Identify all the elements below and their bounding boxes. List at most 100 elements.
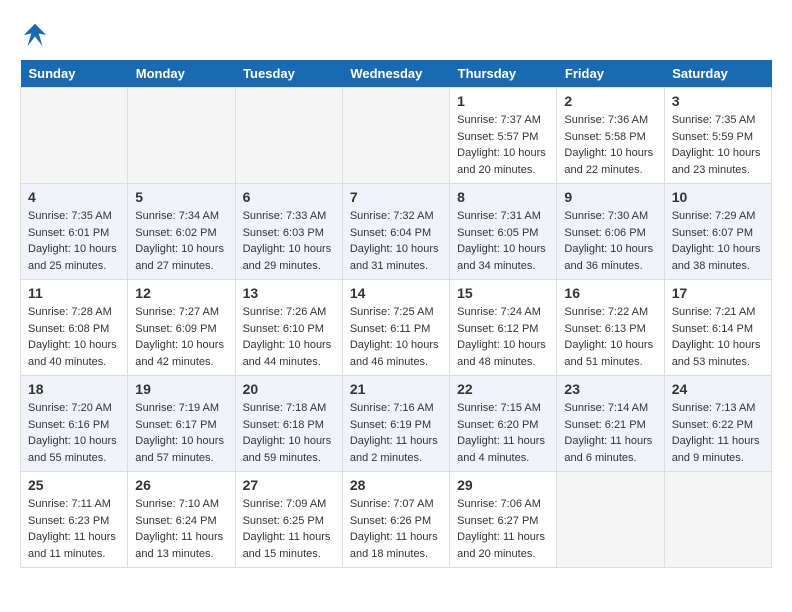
- day-number: 11: [28, 285, 120, 301]
- sunrise-text: Sunrise: 7:07 AM: [350, 498, 434, 510]
- sunrise-text: Sunrise: 7:15 AM: [457, 402, 541, 414]
- calendar-cell: 28 Sunrise: 7:07 AM Sunset: 6:26 PM Dayl…: [342, 472, 449, 568]
- sunset-text: Sunset: 6:27 PM: [457, 515, 538, 527]
- calendar-cell: 24 Sunrise: 7:13 AM Sunset: 6:22 PM Dayl…: [664, 376, 771, 472]
- day-number: 10: [672, 189, 764, 205]
- header-sunday: Sunday: [21, 60, 128, 88]
- daylight-text: Daylight: 11 hours and 6 minutes.: [564, 435, 652, 464]
- logo-icon: [20, 20, 50, 50]
- calendar-cell: 22 Sunrise: 7:15 AM Sunset: 6:20 PM Dayl…: [450, 376, 557, 472]
- sunset-text: Sunset: 5:58 PM: [564, 131, 645, 143]
- day-number: 12: [135, 285, 227, 301]
- sunrise-text: Sunrise: 7:37 AM: [457, 114, 541, 126]
- daylight-text: Daylight: 11 hours and 2 minutes.: [350, 435, 438, 464]
- day-number: 3: [672, 93, 764, 109]
- day-number: 28: [350, 477, 442, 493]
- header-monday: Monday: [128, 60, 235, 88]
- day-number: 15: [457, 285, 549, 301]
- sunrise-text: Sunrise: 7:06 AM: [457, 498, 541, 510]
- header-thursday: Thursday: [450, 60, 557, 88]
- sunset-text: Sunset: 6:26 PM: [350, 515, 431, 527]
- daylight-text: Daylight: 10 hours and 55 minutes.: [28, 435, 117, 464]
- calendar-cell: 21 Sunrise: 7:16 AM Sunset: 6:19 PM Dayl…: [342, 376, 449, 472]
- sunset-text: Sunset: 6:17 PM: [135, 419, 216, 431]
- sunrise-text: Sunrise: 7:33 AM: [243, 210, 327, 222]
- day-number: 29: [457, 477, 549, 493]
- calendar-cell: [342, 88, 449, 184]
- day-number: 5: [135, 189, 227, 205]
- calendar-table: SundayMondayTuesdayWednesdayThursdayFrid…: [20, 60, 772, 568]
- day-number: 24: [672, 381, 764, 397]
- daylight-text: Daylight: 11 hours and 15 minutes.: [243, 531, 331, 560]
- sunset-text: Sunset: 6:20 PM: [457, 419, 538, 431]
- daylight-text: Daylight: 10 hours and 40 minutes.: [28, 339, 117, 368]
- sunrise-text: Sunrise: 7:09 AM: [243, 498, 327, 510]
- sunset-text: Sunset: 6:13 PM: [564, 323, 645, 335]
- sunset-text: Sunset: 6:08 PM: [28, 323, 109, 335]
- sunrise-text: Sunrise: 7:34 AM: [135, 210, 219, 222]
- day-number: 25: [28, 477, 120, 493]
- day-number: 23: [564, 381, 656, 397]
- week-row-2: 4 Sunrise: 7:35 AM Sunset: 6:01 PM Dayli…: [21, 184, 772, 280]
- daylight-text: Daylight: 10 hours and 20 minutes.: [457, 147, 546, 176]
- page-header: [20, 20, 772, 50]
- calendar-cell: 14 Sunrise: 7:25 AM Sunset: 6:11 PM Dayl…: [342, 280, 449, 376]
- calendar-cell: 29 Sunrise: 7:06 AM Sunset: 6:27 PM Dayl…: [450, 472, 557, 568]
- calendar-cell: 3 Sunrise: 7:35 AM Sunset: 5:59 PM Dayli…: [664, 88, 771, 184]
- day-number: 17: [672, 285, 764, 301]
- daylight-text: Daylight: 10 hours and 36 minutes.: [564, 243, 653, 272]
- day-number: 9: [564, 189, 656, 205]
- sunrise-text: Sunrise: 7:14 AM: [564, 402, 648, 414]
- calendar-cell: 5 Sunrise: 7:34 AM Sunset: 6:02 PM Dayli…: [128, 184, 235, 280]
- daylight-text: Daylight: 10 hours and 31 minutes.: [350, 243, 439, 272]
- sunset-text: Sunset: 6:21 PM: [564, 419, 645, 431]
- sunrise-text: Sunrise: 7:21 AM: [672, 306, 756, 318]
- sunrise-text: Sunrise: 7:13 AM: [672, 402, 756, 414]
- daylight-text: Daylight: 10 hours and 38 minutes.: [672, 243, 761, 272]
- daylight-text: Daylight: 10 hours and 22 minutes.: [564, 147, 653, 176]
- sunrise-text: Sunrise: 7:26 AM: [243, 306, 327, 318]
- daylight-text: Daylight: 10 hours and 23 minutes.: [672, 147, 761, 176]
- day-number: 8: [457, 189, 549, 205]
- calendar-cell: 18 Sunrise: 7:20 AM Sunset: 6:16 PM Dayl…: [21, 376, 128, 472]
- sunrise-text: Sunrise: 7:36 AM: [564, 114, 648, 126]
- calendar-cell: 8 Sunrise: 7:31 AM Sunset: 6:05 PM Dayli…: [450, 184, 557, 280]
- header-friday: Friday: [557, 60, 664, 88]
- sunset-text: Sunset: 6:12 PM: [457, 323, 538, 335]
- daylight-text: Daylight: 11 hours and 20 minutes.: [457, 531, 545, 560]
- week-row-3: 11 Sunrise: 7:28 AM Sunset: 6:08 PM Dayl…: [21, 280, 772, 376]
- sunrise-text: Sunrise: 7:24 AM: [457, 306, 541, 318]
- daylight-text: Daylight: 10 hours and 46 minutes.: [350, 339, 439, 368]
- sunrise-text: Sunrise: 7:35 AM: [672, 114, 756, 126]
- sunset-text: Sunset: 6:05 PM: [457, 227, 538, 239]
- daylight-text: Daylight: 11 hours and 11 minutes.: [28, 531, 116, 560]
- day-number: 6: [243, 189, 335, 205]
- sunset-text: Sunset: 6:04 PM: [350, 227, 431, 239]
- daylight-text: Daylight: 10 hours and 29 minutes.: [243, 243, 332, 272]
- header-wednesday: Wednesday: [342, 60, 449, 88]
- calendar-cell: 23 Sunrise: 7:14 AM Sunset: 6:21 PM Dayl…: [557, 376, 664, 472]
- sunset-text: Sunset: 6:19 PM: [350, 419, 431, 431]
- sunrise-text: Sunrise: 7:25 AM: [350, 306, 434, 318]
- day-number: 13: [243, 285, 335, 301]
- sunset-text: Sunset: 6:07 PM: [672, 227, 753, 239]
- calendar-cell: 27 Sunrise: 7:09 AM Sunset: 6:25 PM Dayl…: [235, 472, 342, 568]
- daylight-text: Daylight: 10 hours and 59 minutes.: [243, 435, 332, 464]
- calendar-cell: [21, 88, 128, 184]
- daylight-text: Daylight: 11 hours and 13 minutes.: [135, 531, 223, 560]
- sunset-text: Sunset: 6:03 PM: [243, 227, 324, 239]
- sunrise-text: Sunrise: 7:19 AM: [135, 402, 219, 414]
- calendar-cell: 7 Sunrise: 7:32 AM Sunset: 6:04 PM Dayli…: [342, 184, 449, 280]
- week-row-4: 18 Sunrise: 7:20 AM Sunset: 6:16 PM Dayl…: [21, 376, 772, 472]
- daylight-text: Daylight: 10 hours and 48 minutes.: [457, 339, 546, 368]
- daylight-text: Daylight: 10 hours and 25 minutes.: [28, 243, 117, 272]
- calendar-cell: [557, 472, 664, 568]
- sunset-text: Sunset: 6:18 PM: [243, 419, 324, 431]
- daylight-text: Daylight: 10 hours and 57 minutes.: [135, 435, 224, 464]
- sunrise-text: Sunrise: 7:16 AM: [350, 402, 434, 414]
- calendar-header-row: SundayMondayTuesdayWednesdayThursdayFrid…: [21, 60, 772, 88]
- sunset-text: Sunset: 6:25 PM: [243, 515, 324, 527]
- logo: [20, 20, 54, 50]
- daylight-text: Daylight: 11 hours and 18 minutes.: [350, 531, 438, 560]
- sunrise-text: Sunrise: 7:30 AM: [564, 210, 648, 222]
